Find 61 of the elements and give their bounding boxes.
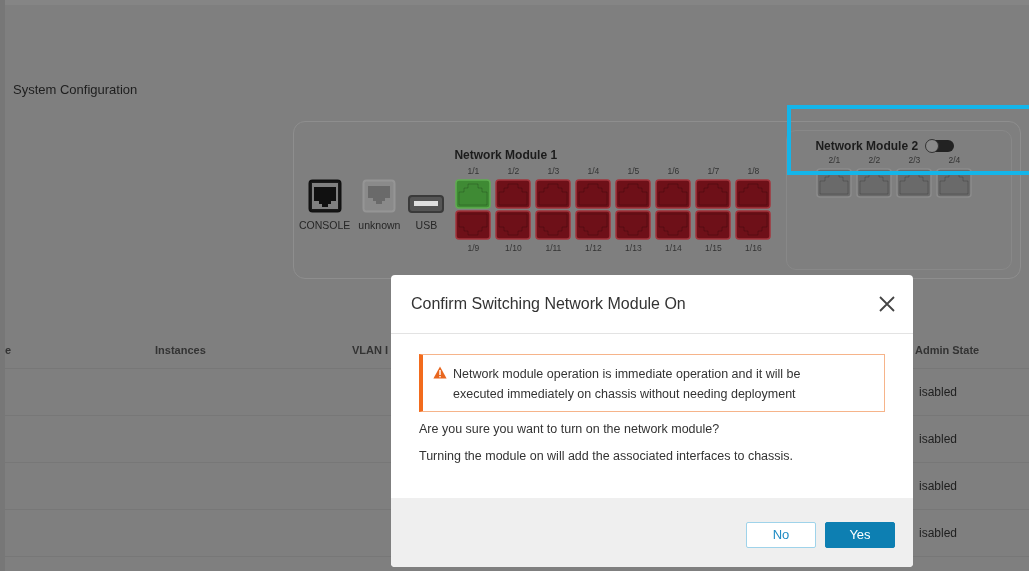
cancel-button[interactable]: No — [746, 521, 816, 548]
port-number: 1/10 — [505, 242, 522, 253]
port-number: 1/13 — [625, 242, 642, 253]
port-number: 2/3 — [908, 155, 921, 165]
table-cell-text: isabled — [918, 526, 959, 540]
port-label: CONSOLE — [299, 219, 351, 231]
console-port-icon — [307, 179, 342, 213]
port-label: USB — [415, 219, 438, 231]
port-number: 1/6 — [667, 165, 680, 176]
table-cell-text: isabled — [918, 385, 959, 399]
port-number: 1/2 — [507, 165, 520, 176]
ethernet-port-icon[interactable] — [575, 209, 612, 240]
ethernet-port-icon[interactable] — [535, 209, 572, 240]
column-header: e — [5, 343, 13, 356]
port-number: 1/3 — [547, 165, 560, 176]
port-number: 1/12 — [585, 242, 602, 253]
ethernet-port-icon[interactable] — [575, 178, 612, 209]
port-number: 1/16 — [745, 242, 762, 253]
ethernet-port-icon[interactable] — [615, 178, 652, 209]
ethernet-port-icon — [362, 179, 397, 213]
dialog-text: Turning the module on will add the associated interfaces to chassis. — [419, 449, 795, 463]
close-icon[interactable] — [879, 296, 895, 312]
ethernet-port-icon[interactable] — [455, 209, 492, 240]
port-number: 1/15 — [705, 242, 722, 253]
ethernet-port-icon[interactable] — [695, 209, 732, 240]
ethernet-port-icon[interactable] — [495, 178, 532, 209]
port-number: 1/14 — [665, 242, 682, 253]
ethernet-port-icon[interactable] — [655, 209, 692, 240]
port-number: 1/9 — [467, 242, 480, 253]
ethernet-port-icon[interactable] — [535, 178, 572, 209]
ethernet-port-icon[interactable] — [695, 178, 732, 209]
port-number: 1/1 — [467, 165, 480, 176]
module-title: Network Module 1 — [454, 147, 559, 162]
table-cell-text: isabled — [918, 432, 959, 446]
dialog-text: Are you sure you want to turn on the network module? — [419, 422, 721, 436]
ethernet-port-icon[interactable] — [735, 178, 772, 209]
table-cell-text: isabled — [918, 479, 959, 493]
warning-icon — [433, 366, 447, 379]
ethernet-port-icon[interactable] — [495, 209, 532, 240]
port-number: 2/1 — [828, 155, 841, 165]
port-number: 1/8 — [747, 165, 760, 176]
page-title: System Configuration — [13, 82, 138, 97]
toggle-switch[interactable] — [926, 140, 955, 152]
port-number: 1/5 — [627, 165, 640, 176]
dialog-title: Confirm Switching Network Module On — [411, 295, 686, 313]
usb-port-icon — [408, 195, 445, 213]
port-number: 2/4 — [948, 155, 961, 165]
column-header: VLAN I — [352, 343, 390, 356]
ethernet-port-icon[interactable] — [655, 178, 692, 209]
column-header: Instances — [155, 343, 207, 356]
port-number: 1/4 — [587, 165, 600, 176]
port-label: unknown — [358, 219, 401, 231]
port-number: 1/11 — [545, 242, 562, 253]
column-header: Admin State — [914, 343, 981, 356]
ethernet-port-icon[interactable] — [615, 209, 652, 240]
ethernet-port-icon[interactable] — [735, 209, 772, 240]
port-number: 1/7 — [707, 165, 720, 176]
confirm-button[interactable]: Yes — [825, 521, 895, 548]
module-title: Network Module 2 — [815, 139, 919, 153]
port-number: 2/2 — [868, 155, 881, 165]
warning-text: Network module operation is immediate operation and it will be executed immediately on chassis without needing deployment — [453, 366, 802, 403]
